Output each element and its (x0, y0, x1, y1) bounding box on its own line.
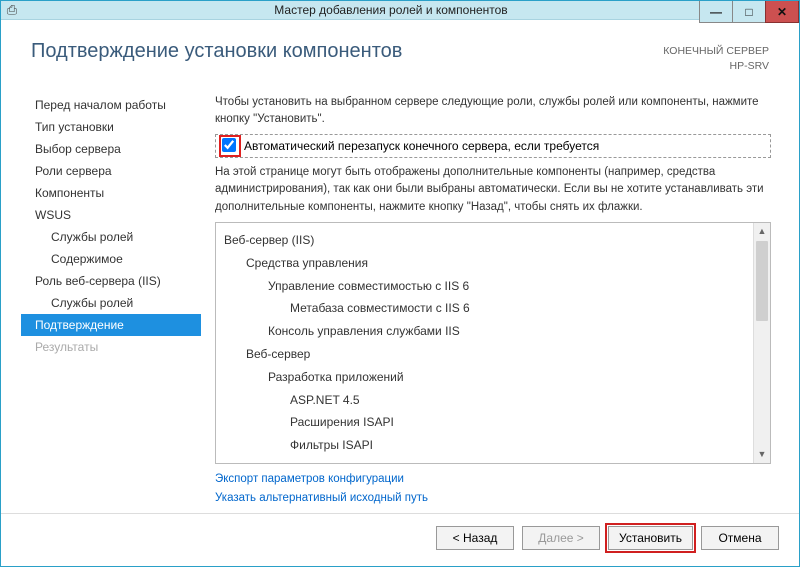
sidebar-item-wsus-role-services[interactable]: Службы ролей (21, 226, 201, 248)
next-button: Далее > (522, 526, 600, 550)
sidebar-item-wsus[interactable]: WSUS (21, 204, 201, 226)
tree-item: ASP.NET 4.5 (224, 389, 762, 412)
restart-checkbox[interactable] (222, 138, 236, 152)
component-tree[interactable]: Веб-сервер (IIS) Средства управления Упр… (215, 222, 771, 464)
intro-text: Чтобы установить на выбранном сервере сл… (215, 94, 771, 129)
install-button[interactable]: Установить (608, 526, 693, 550)
sidebar-item-results: Результаты (21, 336, 201, 358)
sidebar-item-server-roles[interactable]: Роли сервера (21, 160, 201, 182)
sidebar-item-before-begin[interactable]: Перед началом работы (21, 94, 201, 116)
restart-label: Автоматический перезапуск конечного серв… (244, 139, 599, 153)
client-area: Подтверждение установки компонентов КОНЕ… (1, 20, 799, 566)
server-info: КОНЕЧНЫЙ СЕРВЕР HP-SRV (663, 44, 769, 73)
footer: < Назад Далее > Установить Отмена (1, 513, 799, 566)
tree-item: Расширения ISAPI (224, 411, 762, 434)
tree-item: Управление совместимостью с IIS 6 (224, 275, 762, 298)
window-controls: — □ ✕ (700, 1, 799, 23)
scroll-down-icon[interactable]: ▼ (754, 446, 770, 463)
links: Экспорт параметров конфигурации Указать … (215, 464, 771, 513)
content-pane: Чтобы установить на выбранном сервере сл… (201, 86, 779, 513)
server-role-label: КОНЕЧНЫЙ СЕРВЕР (663, 44, 769, 59)
sidebar-item-install-type[interactable]: Тип установки (21, 116, 201, 138)
sidebar-item-wsus-content[interactable]: Содержимое (21, 248, 201, 270)
export-config-link[interactable]: Экспорт параметров конфигурации (215, 470, 771, 490)
minimize-button[interactable]: — (699, 1, 733, 23)
tree-item: Метабаза совместимости с IIS 6 (224, 297, 762, 320)
cancel-button[interactable]: Отмена (701, 526, 779, 550)
sidebar-item-confirmation[interactable]: Подтверждение (21, 314, 201, 336)
alt-source-path-link[interactable]: Указать альтернативный исходный путь (215, 489, 771, 509)
tree-item: Веб-сервер (224, 343, 762, 366)
sidebar-item-features[interactable]: Компоненты (21, 182, 201, 204)
sidebar: Перед началом работы Тип установки Выбор… (21, 86, 201, 513)
sidebar-item-iis-role-services[interactable]: Службы ролей (21, 292, 201, 314)
restart-checkbox-highlight (222, 138, 238, 154)
server-name: HP-SRV (663, 59, 769, 74)
page-title: Подтверждение установки компонентов (31, 40, 402, 63)
maximize-button[interactable]: □ (732, 1, 766, 23)
tree-item: Веб-сервер (IIS) (224, 229, 762, 252)
scroll-up-icon[interactable]: ▲ (754, 223, 770, 240)
restart-option-row: Автоматический перезапуск конечного серв… (215, 134, 771, 158)
back-button[interactable]: < Назад (436, 526, 514, 550)
close-button[interactable]: ✕ (765, 1, 799, 23)
tree-item: Средства управления (224, 252, 762, 275)
titlebar[interactable]: ⎙ Мастер добавления ролей и компонентов … (1, 1, 799, 20)
page-header: Подтверждение установки компонентов КОНЕ… (1, 20, 799, 81)
tree-item: Консоль управления службами IIS (224, 320, 762, 343)
scroll-thumb[interactable] (756, 241, 768, 321)
note-text: На этой странице могут быть отображены д… (215, 164, 771, 216)
body: Перед началом работы Тип установки Выбор… (1, 82, 799, 513)
tree-item: Фильтры ISAPI (224, 434, 762, 457)
wizard-window: ⎙ Мастер добавления ролей и компонентов … (0, 0, 800, 567)
sidebar-item-server-selection[interactable]: Выбор сервера (21, 138, 201, 160)
tree-scrollbar[interactable]: ▲ ▼ (753, 223, 770, 463)
sidebar-item-iis-role[interactable]: Роль веб-сервера (IIS) (21, 270, 201, 292)
app-icon: ⎙ (1, 2, 23, 18)
tree-item: Разработка приложений (224, 366, 762, 389)
window-title: Мастер добавления ролей и компонентов (23, 3, 799, 17)
